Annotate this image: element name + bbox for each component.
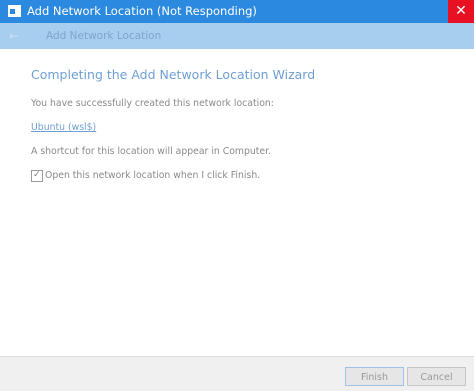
network-location-icon (8, 5, 21, 17)
wizard-footer: Finish Cancel (0, 356, 474, 391)
shortcut-message: A shortcut for this location will appear… (31, 146, 272, 157)
cancel-button[interactable]: Cancel (407, 367, 466, 386)
window-title: Add Network Location (Not Responding) (27, 4, 257, 18)
success-message: You have successfully created this netwo… (31, 98, 274, 109)
checkmark-icon: ✓ (33, 170, 41, 180)
wizard-heading: Completing the Add Network Location Wiza… (31, 67, 316, 82)
close-icon: ✕ (455, 3, 467, 19)
wizard-header: ← Add Network Location (0, 23, 474, 49)
network-location-link[interactable]: Ubuntu (wsl$) (31, 122, 96, 134)
back-arrow-icon[interactable]: ← (6, 28, 22, 44)
add-network-location-window: Add Network Location (Not Responding) ✕ … (0, 0, 474, 391)
open-location-checkbox[interactable]: ✓ (31, 170, 43, 182)
title-bar[interactable]: Add Network Location (Not Responding) ✕ (0, 0, 474, 23)
close-button[interactable]: ✕ (448, 0, 474, 23)
finish-button[interactable]: Finish (345, 367, 404, 386)
wizard-header-title: Add Network Location (46, 30, 162, 42)
open-location-label[interactable]: Open this network location when I click … (45, 170, 260, 182)
